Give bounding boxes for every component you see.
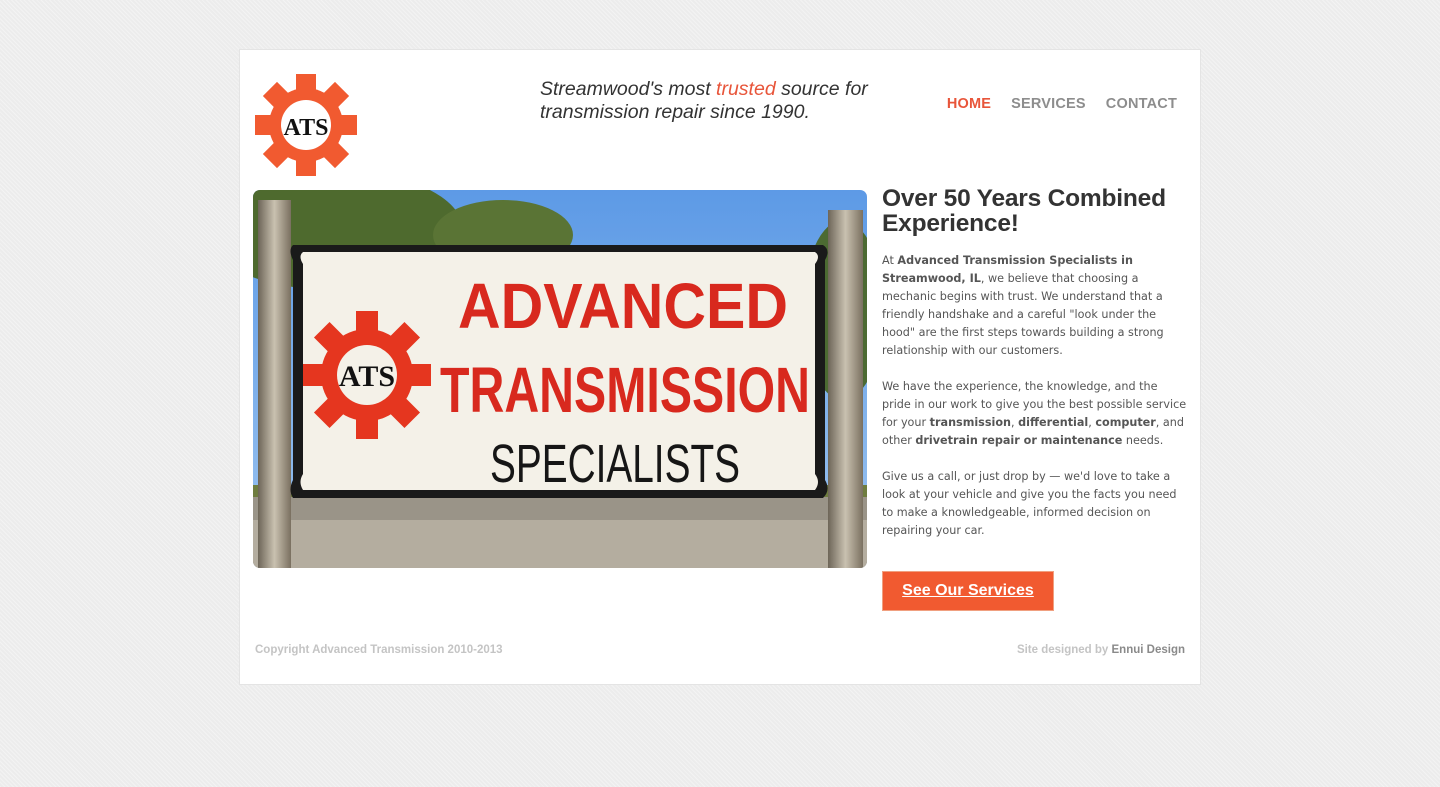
nav-contact[interactable]: CONTACT [1106,96,1177,112]
page-title: Over 50 Years Combined Experience! [882,185,1166,237]
sign-line1: ADVANCED [458,270,788,342]
nav-services[interactable]: SERVICES [1011,96,1086,112]
experience-paragraph: We have the experience, the knowledge, a… [882,378,1187,450]
see-services-button[interactable]: See Our Services [882,571,1054,611]
tagline-accent: trusted [716,78,776,100]
tagline-part1: Streamwood's most [540,78,717,100]
gear-logo-icon: ATS [255,74,357,176]
p2-text-i: needs. [1122,434,1164,447]
sign-line2: TRANSMISSION [440,354,810,426]
main-nav: HOME SERVICES CONTACT [947,96,1177,112]
p2-computer: computer [1095,416,1156,429]
designer-credit: Site designed by Ennui Design [1017,644,1185,656]
p1-text-a: At [882,254,898,267]
nav-home[interactable]: HOME [947,96,991,112]
intro-paragraph: At Advanced Transmission Specialists in … [882,252,1187,360]
tagline: Streamwood's most trusted source for tra… [540,78,900,124]
p2-differential: differential [1018,416,1089,429]
copyright-text: Copyright Advanced Transmission 2010-201… [255,644,503,656]
designer-link[interactable]: Ennui Design [1112,644,1185,656]
logo-text: ATS [284,115,329,141]
hero-sign-illustration: ATS ADVANCED TRANSMISSION SPECIALISTS [253,190,867,568]
p2-transmission: transmission [929,416,1011,429]
main-content: Over 50 Years Combined Experience! At Ad… [882,186,1187,558]
sign-line3: SPECIALISTS [490,434,740,494]
p2-drivetrain: drivetrain repair or maintenance [915,434,1123,447]
hero-image: ATS ADVANCED TRANSMISSION SPECIALISTS [253,190,867,568]
sign-logo-text: ATS [339,360,395,393]
designed-by-label: Site designed by [1016,644,1112,656]
logo[interactable]: ATS [255,74,357,176]
page-container: ATS Streamwood's most trusted source for… [240,50,1200,684]
call-paragraph: Give us a call, or just drop by — we'd l… [882,470,1177,537]
